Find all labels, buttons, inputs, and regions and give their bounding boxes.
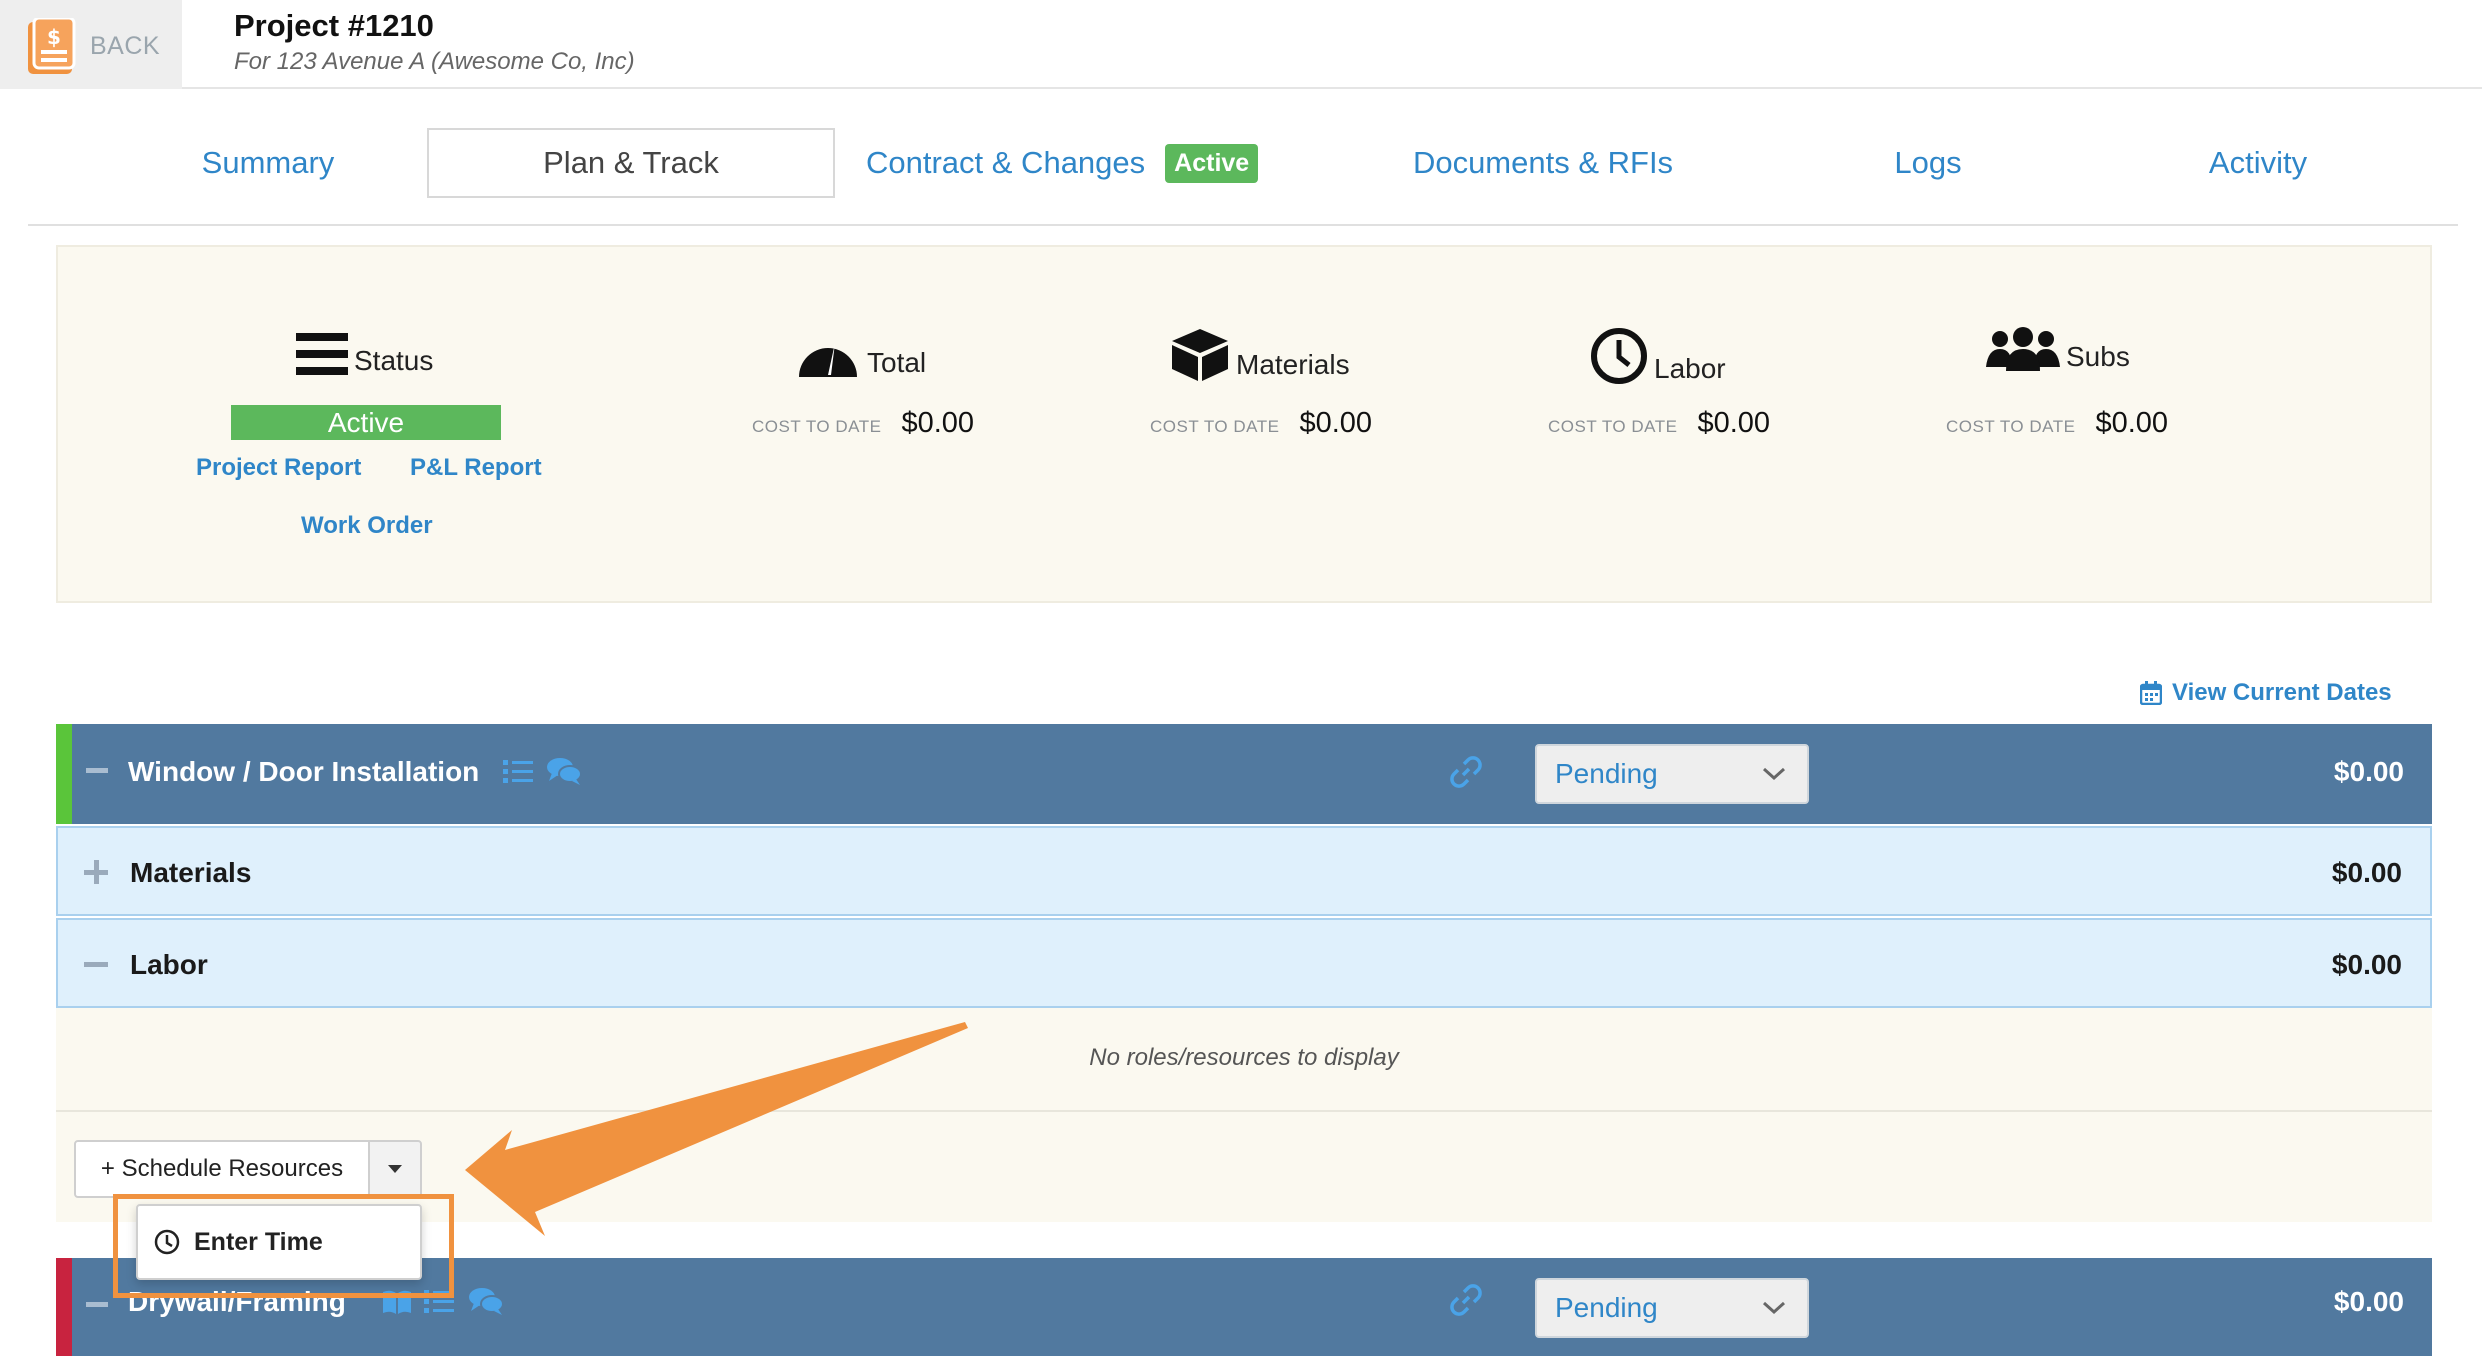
empty-message: No roles/resources to display [1089, 1044, 1399, 1071]
subrow-amount: $0.00 [2331, 857, 2402, 888]
cost-value: $0.00 [1299, 407, 1373, 439]
cost-value: $0.00 [901, 407, 975, 439]
status-badge: Active [1165, 143, 1259, 183]
labor-heading: Labor [1590, 327, 1726, 385]
clock-icon [1591, 328, 1647, 384]
phase-header: Window / Door Installation Pending $0.00 [56, 724, 2432, 824]
phase-status-value: Pending [1555, 758, 1658, 789]
phase-status-stripe [56, 1258, 72, 1356]
view-current-dates-link[interactable]: View Current Dates [2140, 679, 2392, 707]
status-label: Status [354, 345, 434, 376]
list-icon[interactable] [503, 758, 533, 786]
tab-bar: Summary Plan & Track Contract & Changes … [28, 120, 2458, 226]
subrow-name: Materials [130, 857, 252, 888]
cost-caption: COST TO DATE [752, 417, 882, 436]
svg-text:$: $ [47, 25, 61, 49]
gauge-icon [799, 343, 857, 377]
phase-status-select[interactable]: Pending [1535, 744, 1809, 804]
materials-heading: Materials [1170, 327, 1350, 381]
menu-icon [296, 333, 348, 375]
phase-amount: $0.00 [2333, 756, 2404, 787]
total-heading: Total [795, 327, 926, 379]
tab-plan-track[interactable]: Plan & Track [427, 128, 835, 198]
phase-amount: $0.00 [2333, 1286, 2404, 1317]
phase-status-value: Pending [1555, 1292, 1658, 1323]
status-value: Active [231, 405, 501, 440]
collapse-icon[interactable] [86, 768, 108, 773]
chevron-down-icon [1762, 1301, 1786, 1315]
clock-icon [154, 1229, 180, 1255]
back-button[interactable]: $ BACK [0, 0, 182, 89]
work-order-link[interactable]: Work Order [301, 512, 433, 540]
tab-label: Logs [1894, 145, 1962, 180]
tab-label: Plan & Track [543, 145, 719, 180]
subs-label: Subs [2066, 341, 2130, 372]
tab-logs[interactable]: Logs [1828, 128, 2028, 198]
chevron-down-icon [1762, 767, 1786, 781]
box-icon [1172, 329, 1228, 381]
total-cost: COST TO DATE $0.00 [752, 407, 974, 440]
collapse-icon[interactable] [86, 1302, 108, 1307]
view-current-dates-label: View Current Dates [2172, 679, 2392, 706]
phase-status-select[interactable]: Pending [1535, 1278, 1809, 1338]
enter-time-menu-item[interactable]: Enter Time [136, 1204, 422, 1280]
back-label: BACK [90, 32, 161, 60]
users-icon [1986, 327, 2060, 371]
schedule-resources-dropdown-toggle[interactable] [368, 1140, 422, 1198]
cost-caption: COST TO DATE [1150, 417, 1280, 436]
tab-label: Documents & RFIs [1412, 145, 1674, 180]
cost-caption: COST TO DATE [1548, 417, 1678, 436]
status-heading: Status [296, 331, 433, 377]
calendar-icon [2140, 681, 2162, 705]
phase-status-stripe [56, 724, 72, 824]
expand-icon[interactable] [84, 860, 108, 884]
cost-value: $0.00 [1697, 407, 1771, 439]
tab-activity[interactable]: Activity [2148, 128, 2368, 198]
caret-down-icon [388, 1165, 402, 1173]
labor-resources-area: No roles/resources to display [56, 1008, 2432, 1112]
materials-row[interactable]: Materials $0.00 [56, 826, 2432, 916]
project-title: Project #1210 [234, 8, 434, 43]
pl-report-link[interactable]: P&L Report [410, 454, 542, 482]
phase-name: Window / Door Installation [128, 756, 480, 787]
labor-label: Labor [1654, 353, 1726, 384]
link-icon[interactable] [1450, 1284, 1482, 1316]
comments-icon[interactable] [546, 756, 582, 786]
estimate-doc-icon: $ [28, 18, 76, 74]
link-icon[interactable] [1450, 756, 1482, 788]
comments-icon[interactable] [468, 1286, 504, 1316]
phase-name: Drywall/Framing [128, 1286, 346, 1317]
materials-label: Materials [1236, 349, 1350, 380]
materials-cost: COST TO DATE $0.00 [1150, 407, 1372, 440]
tab-label: Summary [201, 145, 335, 180]
tab-summary[interactable]: Summary [118, 128, 418, 198]
tab-label: Activity [2208, 145, 2308, 180]
project-report-link[interactable]: Project Report [196, 454, 361, 482]
summary-panel: Status Active Project Report P&L Report … [56, 245, 2432, 603]
tab-contract-changes[interactable]: Contract & Changes Active [866, 128, 1296, 198]
page-header: $ BACK Project #1210 For 123 Avenue A (A… [0, 0, 2482, 89]
subs-heading: Subs [1986, 327, 2130, 373]
subrow-amount: $0.00 [2331, 949, 2402, 980]
cost-value: $0.00 [2095, 407, 2169, 439]
project-subtitle: For 123 Avenue A (Awesome Co, Inc) [234, 48, 635, 75]
subs-cost: COST TO DATE $0.00 [1946, 407, 2168, 440]
subrow-name: Labor [130, 949, 208, 980]
collapse-icon[interactable] [84, 962, 108, 968]
enter-time-label: Enter Time [194, 1227, 323, 1256]
book-icon[interactable] [381, 1288, 413, 1316]
labor-cost: COST TO DATE $0.00 [1548, 407, 1770, 440]
labor-row[interactable]: Labor $0.00 [56, 918, 2432, 1008]
tab-documents-rfis[interactable]: Documents & RFIs [1378, 128, 1708, 198]
schedule-resources-button[interactable]: + Schedule Resources [74, 1140, 370, 1198]
cost-caption: COST TO DATE [1946, 417, 2076, 436]
total-label: Total [867, 347, 927, 378]
tab-label: Contract & Changes [866, 145, 1146, 180]
list-icon[interactable] [424, 1288, 454, 1316]
